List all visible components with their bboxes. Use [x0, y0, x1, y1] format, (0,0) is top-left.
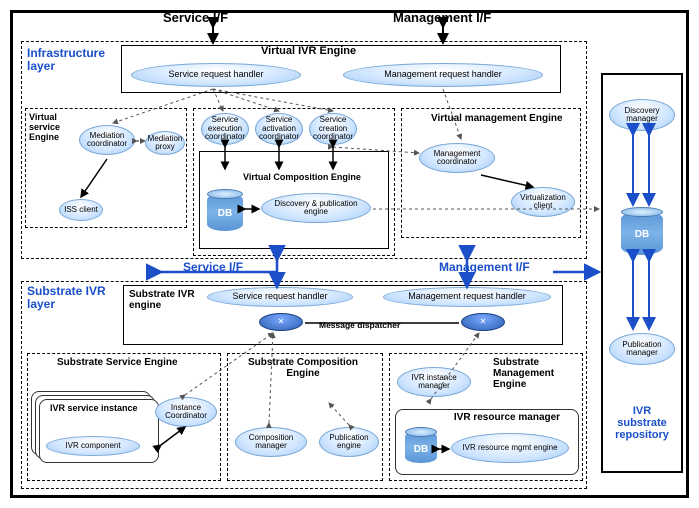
virtual-ivr-engine-label: Virtual IVR Engine [261, 45, 356, 57]
service-act-coord: Service activation coordinator [255, 113, 303, 145]
svc-request-handler-infra: Service request handler [131, 63, 301, 87]
db-repo: DB [621, 211, 663, 255]
substrate-service-engine-label: Substrate Service Engine [57, 357, 178, 368]
top-management-if: Management I/F [393, 11, 491, 25]
composition-manager: Composition manager [235, 427, 307, 457]
mgmt-request-handler-infra: Management request handler [343, 63, 543, 87]
virtual-mgmt-engine-box [401, 108, 581, 238]
substrate-layer-label: Substrate IVR layer [27, 285, 117, 311]
virtual-service-engine-label: Virtual service Engine [29, 113, 79, 143]
mediation-coordinator: Mediation coordinator [79, 125, 135, 155]
publication-engine: Publication engine [319, 427, 379, 457]
ivr-instance-front: IVR service instance IVR component [39, 399, 159, 463]
top-service-if: Service I/F [163, 11, 228, 25]
ivr-substrate-repository-label: IVR substrate repository [609, 405, 675, 441]
diagram-frame: Service I/F Management I/F Infrastructur… [10, 10, 689, 498]
ivr-resource-manager-label: IVR resource manager [420, 412, 594, 423]
infrastructure-layer-label: Infrastructure layer [27, 47, 117, 73]
router-left [259, 313, 303, 331]
router-right [461, 313, 505, 331]
iss-client: ISS client [59, 199, 103, 221]
virtual-mgmt-engine-label: Virtual management Engine [431, 113, 563, 124]
virtualization-client: Virtualization client [511, 187, 575, 217]
service-exec-coord: Service execution coordinator [201, 113, 249, 145]
ivr-component: IVR component [46, 436, 140, 456]
ivr-service-instance-label: IVR service instance [50, 404, 160, 414]
discovery-publication-engine: Discovery & publication engine [261, 193, 371, 223]
substrate-composition-label: Substrate Composition Engine [243, 357, 363, 379]
discovery-manager: Discovery manager [609, 99, 675, 131]
message-dispatcher-label: Message dispatcher [319, 321, 400, 330]
mid-service-if: Service I/F [183, 261, 243, 274]
management-coordinator: Management coordinator [419, 143, 495, 173]
db-resource: DB [405, 431, 437, 463]
mgmt-request-handler-sub: Management request handler [383, 287, 551, 307]
mid-management-if: Management I/F [439, 261, 530, 274]
mediation-proxy: Mediation proxy [145, 131, 185, 155]
svc-request-handler-sub: Service request handler [207, 287, 353, 307]
db-composition: DB [207, 193, 243, 231]
substrate-mgmt-label: Substrate Management Engine [493, 357, 575, 390]
ivr-resource-mgmt-engine: IVR resource mgmt engine [451, 433, 569, 463]
virtual-composition-engine-label: Virtual Composition Engine [243, 173, 361, 183]
publication-manager: Publication manager [609, 333, 675, 365]
instance-coordinator: Instance Coordinator [155, 397, 217, 427]
ivr-instance-manager: IVR instance manager [397, 367, 471, 397]
substrate-ivr-engine-label: Substrate IVR engine [129, 289, 195, 311]
service-create-coord: Service creation coordinator [309, 113, 357, 145]
